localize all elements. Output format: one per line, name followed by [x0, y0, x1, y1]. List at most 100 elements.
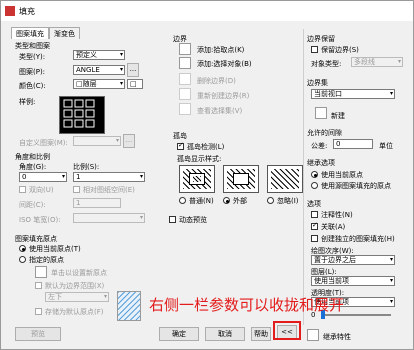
custom-browse-button[interactable]: ...	[123, 134, 135, 148]
island-ignore-radio[interactable]	[267, 197, 274, 204]
boundary-set-title: 边界集	[307, 79, 328, 87]
island-outer-radio[interactable]	[223, 197, 230, 204]
islands-title: 孤岛	[173, 132, 187, 140]
add-pick-points-icon[interactable]	[179, 43, 191, 55]
inherit-current-origin-radio[interactable]	[311, 171, 318, 178]
specified-origin-radio[interactable]	[19, 256, 26, 263]
add-pick-points-label[interactable]: 添加:拾取点(K)	[197, 45, 244, 55]
help-button[interactable]: 帮助	[251, 327, 271, 341]
color-label: 颜色(C):	[19, 82, 46, 90]
custom-pattern-label: 自定义图案(M):	[19, 139, 68, 147]
recreate-boundary-label[interactable]: 重新创建边界(R)	[197, 91, 249, 101]
island-detect-checkbox[interactable]	[177, 141, 184, 150]
dynamic-preview-checkbox[interactable]	[169, 216, 176, 223]
set-origin-icon[interactable]	[35, 266, 47, 278]
use-current-origin-radio[interactable]	[19, 245, 26, 252]
chevron-down-icon: ▾	[115, 137, 119, 144]
type-select[interactable]: 预定义 ▾	[73, 50, 125, 60]
type-label: 类型(Y):	[19, 53, 46, 61]
relative-paper-checkbox[interactable]	[73, 186, 80, 193]
tab-hatch[interactable]: 图案填充	[11, 27, 49, 39]
pattern-browse-button[interactable]: ...	[127, 63, 139, 77]
separate-hatch-checkbox[interactable]	[311, 235, 318, 242]
spacing-label: 间距(C):	[19, 201, 46, 209]
iso-select[interactable]: ▾	[73, 213, 145, 223]
origin-title: 图案填充原点	[15, 235, 57, 243]
add-select-objects-label[interactable]: 添加:选择对象(B)	[197, 59, 252, 69]
origin-preview-image	[117, 291, 141, 321]
tolerance-unit: 单位	[379, 142, 393, 150]
iso-label: ISO 笔宽(O):	[19, 216, 61, 224]
separate-hatch-label: 创建独立的图案填充(H)	[321, 235, 395, 243]
inherit-properties-icon[interactable]	[307, 329, 319, 341]
cancel-button[interactable]: 取消	[205, 327, 245, 341]
default-extents-checkbox[interactable]	[35, 282, 42, 289]
inherit-properties-label[interactable]: 继承特性	[323, 332, 351, 342]
retain-boundary-checkbox[interactable]	[311, 46, 318, 53]
sample-label: 样例:	[19, 98, 36, 106]
scale-label: 比例(S):	[73, 163, 100, 171]
origin-position-select[interactable]: 左下 ▾	[45, 292, 109, 302]
boundary-retain-title: 边界保留	[307, 35, 335, 43]
island-ignore-label: 忽略(I)	[277, 197, 299, 205]
layer-select[interactable]: 使用当前项 ▾	[311, 276, 395, 286]
retain-boundary-label: 保留边界(S)	[321, 46, 359, 54]
boundary-set-select[interactable]: 当前视口 ▾	[311, 89, 395, 99]
dynamic-preview-label: 动态预览	[179, 216, 207, 224]
title-bar: 填充	[1, 1, 413, 21]
pattern-select[interactable]: ANGLE ▾	[73, 65, 125, 75]
hatch-dialog: 填充 图案填充 渐变色 类型和图案 类型(Y): 预定义 ▾ 图案(P): ANG…	[0, 0, 414, 350]
view-selection-label[interactable]: 查看选择集(V)	[197, 106, 242, 116]
preview-button[interactable]: 预览	[15, 327, 61, 341]
island-ignore-preview[interactable]	[267, 165, 303, 193]
ok-button[interactable]: 确定	[159, 327, 199, 341]
island-normal-preview[interactable]	[179, 165, 215, 193]
color-select[interactable]: □随层 ▾	[73, 79, 125, 89]
chevron-down-icon: ▾	[139, 214, 143, 221]
chevron-down-icon: ▾	[103, 293, 107, 300]
specified-origin-label: 指定的原点	[29, 256, 64, 264]
chevron-down-icon: ▾	[139, 173, 143, 180]
chevron-down-icon: ▾	[389, 256, 393, 263]
island-outer-label: 外部	[233, 197, 247, 205]
default-extents-label: 默认为边界范围(X)	[45, 282, 105, 290]
draw-order-select[interactable]: 置于边界之后 ▾	[311, 255, 395, 265]
type-pattern-title: 类型和图案	[15, 42, 50, 50]
object-type-label: 对象类型:	[311, 60, 342, 68]
island-style-label: 孤岛显示样式:	[177, 155, 222, 163]
island-outer-preview[interactable]	[223, 165, 259, 193]
custom-pattern-select[interactable]: ▾	[73, 136, 121, 146]
new-boundary-set-icon[interactable]	[315, 107, 327, 119]
scale-select[interactable]: 1 ▾	[73, 172, 145, 182]
remove-boundary-icon[interactable]	[179, 73, 191, 85]
options-title: 选项	[307, 200, 321, 208]
associative-checkbox[interactable]	[311, 221, 318, 230]
angle-pattern-icon	[63, 99, 95, 128]
view-selection-icon[interactable]	[179, 103, 191, 115]
store-default-checkbox[interactable]	[35, 308, 42, 315]
window-title: 填充	[19, 6, 35, 16]
island-detect-label: 孤岛检测(L)	[187, 143, 225, 151]
gap-title: 允许的间隙	[307, 129, 342, 137]
bg-color-select[interactable]: □	[127, 79, 143, 89]
pattern-label: 图案(P):	[19, 68, 46, 76]
tab-gradient[interactable]: 渐变色	[49, 27, 80, 39]
island-normal-radio[interactable]	[179, 197, 186, 204]
panel-divider	[303, 29, 304, 325]
angle-scale-title: 角度和比例	[15, 153, 50, 161]
new-boundary-set-label[interactable]: 新建	[331, 111, 345, 121]
remove-boundary-label[interactable]: 删除边界(D)	[197, 76, 236, 86]
recreate-boundary-icon[interactable]	[179, 88, 191, 100]
object-type-select[interactable]: 多段线 ▾	[351, 57, 403, 67]
chevron-down-icon: ▾	[119, 66, 123, 73]
double-checkbox[interactable]	[19, 186, 26, 193]
inherit-source-origin-radio[interactable]	[311, 182, 318, 189]
tab-strip: 图案填充 渐变色	[11, 27, 80, 39]
chevron-down-icon: ▾	[389, 277, 393, 284]
spacing-input[interactable]: 1	[73, 198, 121, 208]
pattern-sample-preview[interactable]	[59, 96, 105, 134]
tolerance-input[interactable]: 0	[333, 139, 373, 149]
add-select-objects-icon[interactable]	[179, 57, 191, 69]
angle-select[interactable]: 0 ▾	[19, 172, 67, 182]
annotative-checkbox[interactable]	[311, 211, 318, 218]
